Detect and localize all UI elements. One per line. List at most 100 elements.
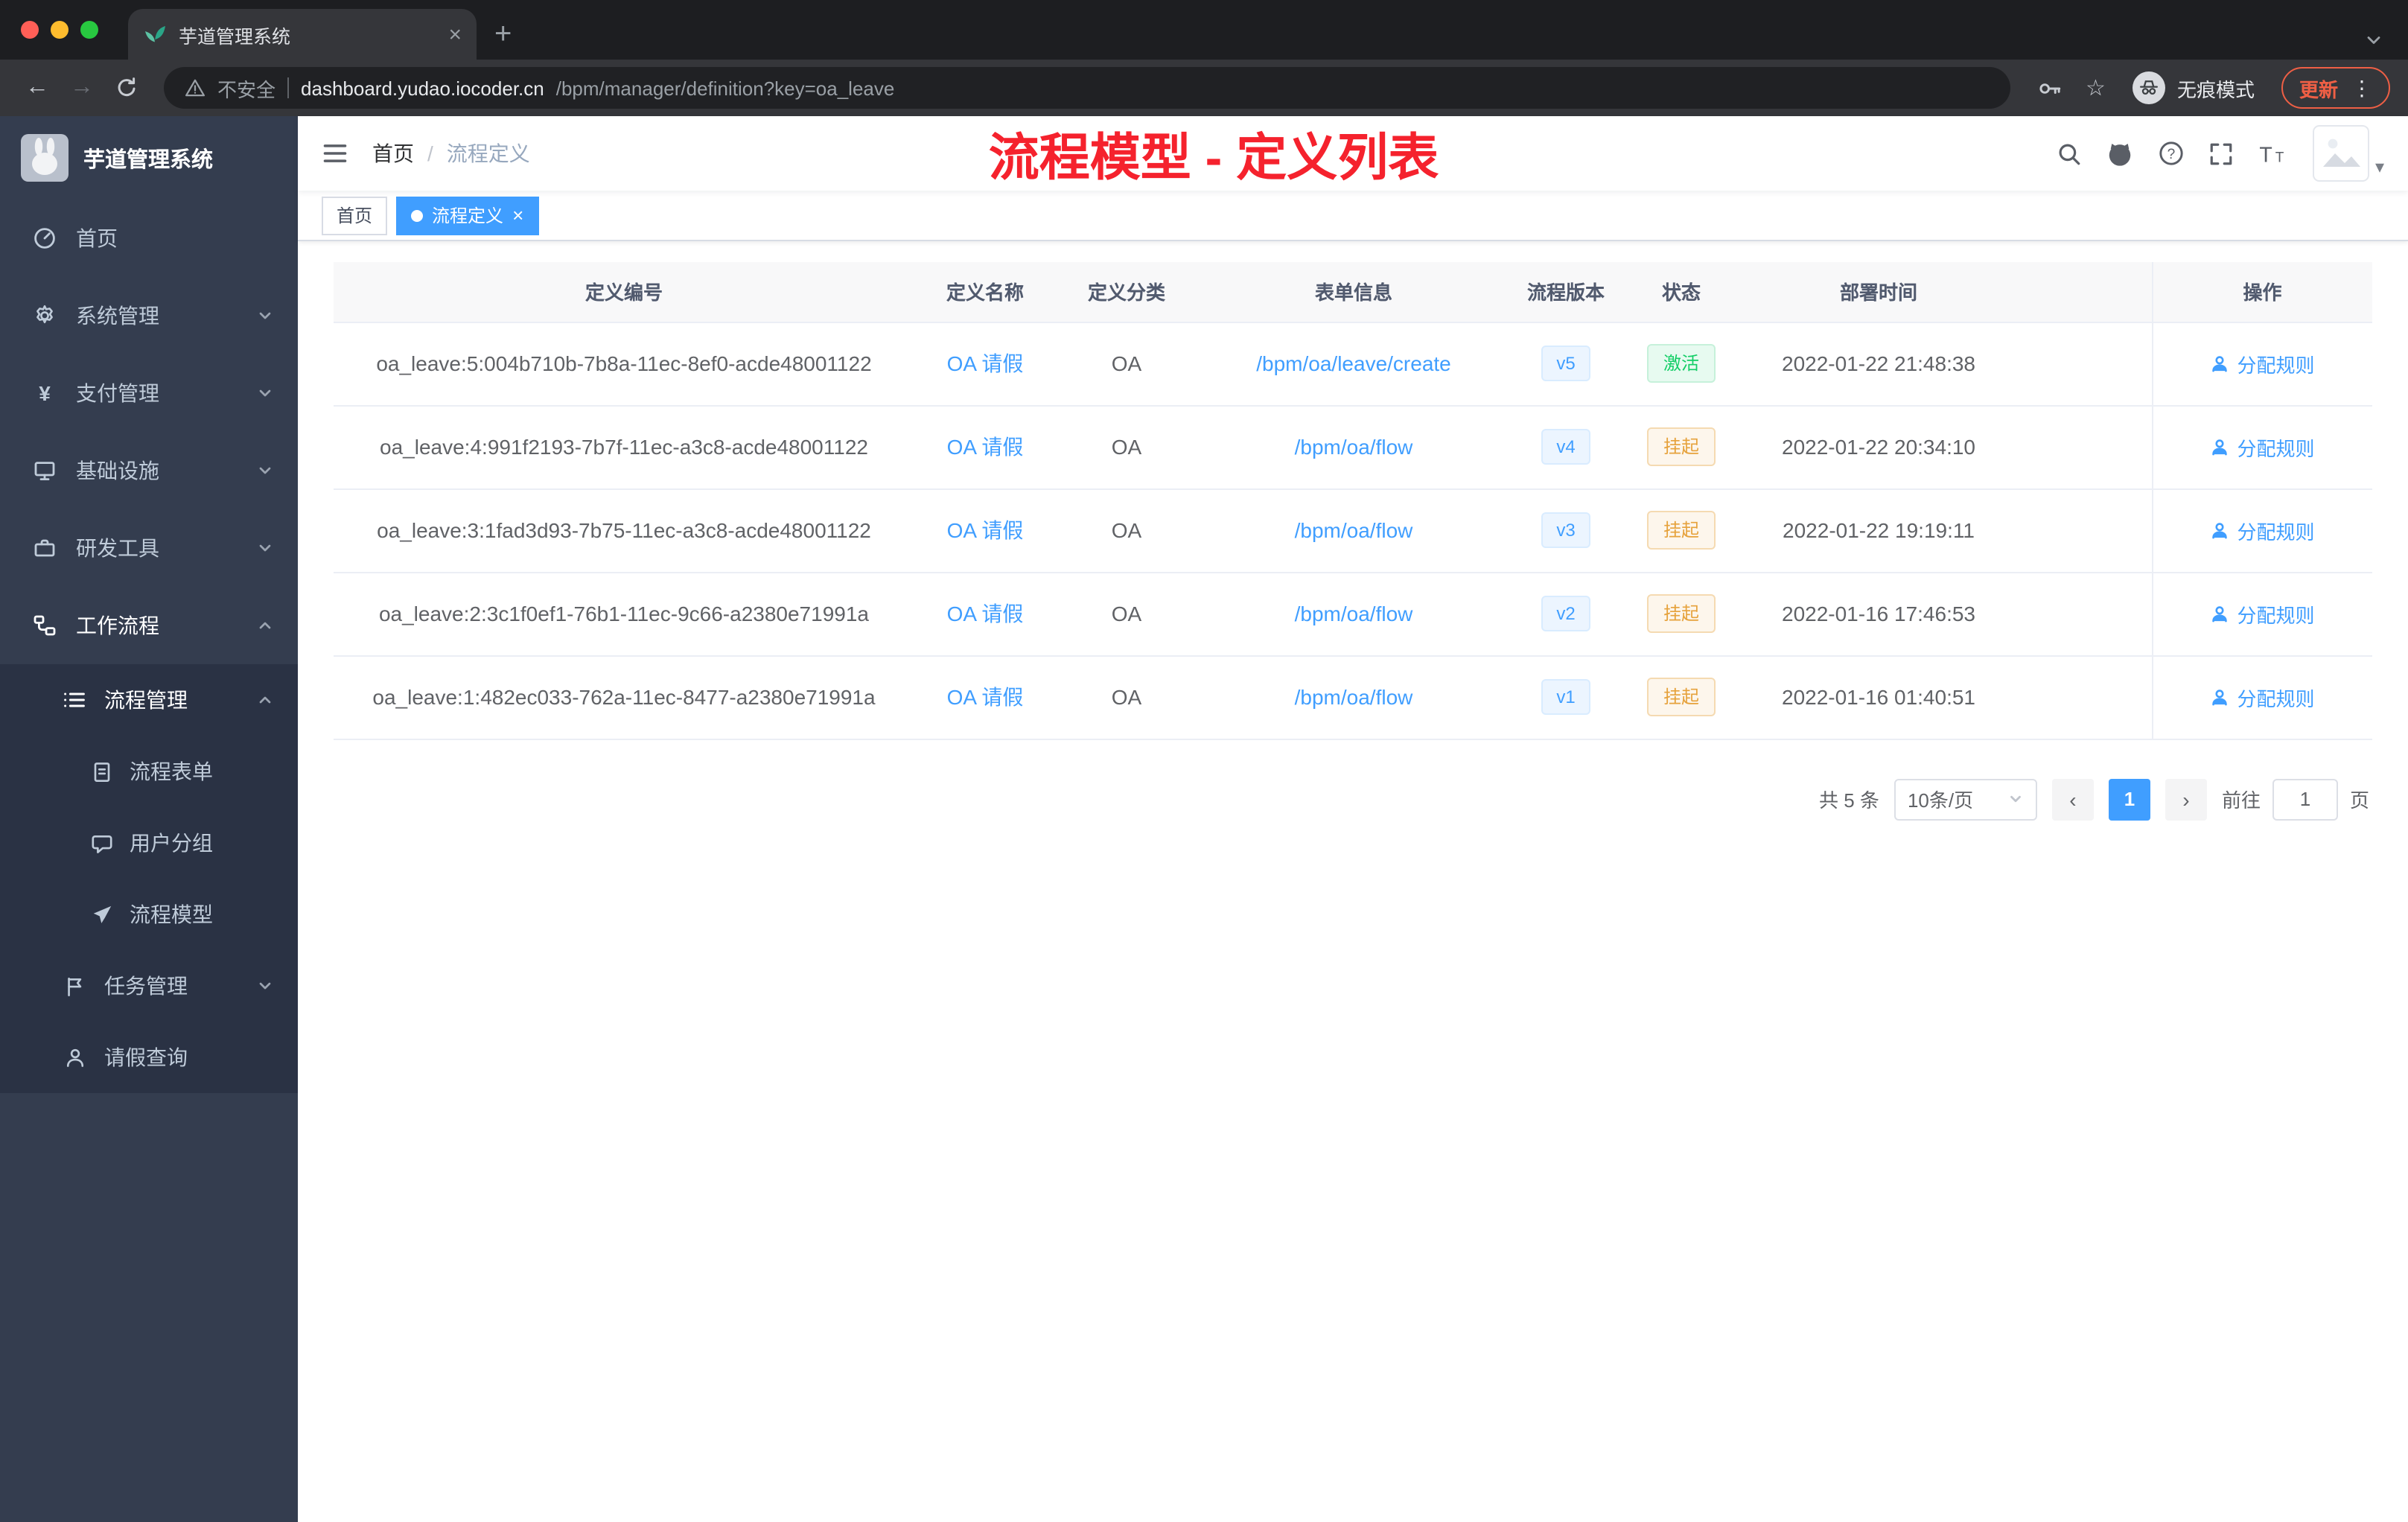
sidebar-item-label: 流程模型 <box>130 902 213 926</box>
next-page-button[interactable]: › <box>2165 778 2207 820</box>
sidebar-item-workflow[interactable]: 工作流程 <box>0 587 298 664</box>
prev-page-button[interactable]: ‹ <box>2051 778 2094 820</box>
definition-name-link[interactable]: OA 请假 <box>947 602 1024 625</box>
update-label[interactable]: 更新 <box>2299 74 2338 102</box>
gear-icon <box>33 304 57 328</box>
github-icon[interactable] <box>2098 131 2143 176</box>
version-badge: v5 <box>1541 346 1590 381</box>
browser-update-chip[interactable]: 更新 ⋮ <box>2281 67 2390 109</box>
sidebar-item-user-group[interactable]: 用户分组 <box>0 807 298 879</box>
goto-page-input[interactable]: 1 <box>2272 778 2338 820</box>
tab-search-caret-icon[interactable] <box>2363 30 2384 51</box>
window-close-button[interactable] <box>21 21 39 39</box>
definition-name-link[interactable]: OA 请假 <box>947 435 1024 459</box>
svg-text:T: T <box>2260 143 2272 167</box>
fullscreen-icon[interactable] <box>2200 131 2244 176</box>
password-key-icon[interactable] <box>2028 75 2071 101</box>
incognito-icon <box>2132 71 2165 104</box>
assign-rule-link[interactable]: 分配规则 <box>2210 599 2315 628</box>
status-badge: 挂起 <box>1646 594 1716 633</box>
sidebar-item-home[interactable]: 首页 <box>0 200 298 277</box>
flag-icon <box>63 974 86 998</box>
definition-name-link[interactable]: OA 请假 <box>947 351 1024 375</box>
toolbox-icon <box>33 536 57 560</box>
sidebar-item-payment[interactable]: ¥ 支付管理 <box>0 354 298 432</box>
status-badge: 激活 <box>1646 344 1716 383</box>
person-icon <box>63 1045 86 1069</box>
dashboard-icon <box>33 226 57 250</box>
sidebar-item-devtools[interactable]: 研发工具 <box>0 509 298 587</box>
breadcrumb-home[interactable]: 首页 <box>372 138 414 168</box>
table-row: oa_leave:5:004b710b-7b8a-11ec-8ef0-acde4… <box>334 322 2372 406</box>
sidebar-item-task-management[interactable]: 任务管理 <box>0 950 298 1022</box>
definition-name-link[interactable]: OA 请假 <box>947 685 1024 709</box>
help-icon[interactable]: ? <box>2149 131 2194 176</box>
tag-process-definition[interactable]: 流程定义 × <box>396 196 539 235</box>
incognito-label: 无痕模式 <box>2176 78 2255 101</box>
hamburger-icon[interactable] <box>298 140 372 167</box>
new-tab-button[interactable]: + <box>494 19 512 49</box>
bookmark-star-icon[interactable]: ☆ <box>2077 74 2115 101</box>
page-1-button[interactable]: 1 <box>2108 778 2150 820</box>
tag-home[interactable]: 首页 <box>322 196 388 235</box>
sidebar-logo[interactable]: 芋道管理系统 <box>0 116 298 200</box>
sidebar-item-process-model[interactable]: 流程模型 <box>0 879 298 950</box>
goto-unit-label: 页 <box>2349 789 2369 812</box>
form-link[interactable]: /bpm/oa/flow <box>1295 435 1413 459</box>
incognito-badge[interactable]: 无痕模式 <box>2132 71 2255 104</box>
tag-close-icon[interactable]: × <box>512 206 523 225</box>
tab-close-icon[interactable]: × <box>448 23 462 45</box>
window-zoom-button[interactable] <box>80 21 98 39</box>
tag-label: 首页 <box>337 206 373 226</box>
chevron-down-icon <box>256 384 274 402</box>
sidebar-item-leave-query[interactable]: 请假查询 <box>0 1022 298 1093</box>
security-label[interactable]: 不安全 <box>217 74 275 102</box>
form-link[interactable]: /bpm/oa/flow <box>1295 685 1413 709</box>
definition-table: 定义编号 定义名称 定义分类 表单信息 流程版本 状态 部署时间 操作 oa_l… <box>334 262 2372 739</box>
window-minimize-button[interactable] <box>51 21 69 39</box>
browser-menu-icon[interactable]: ⋮ <box>2351 75 2372 101</box>
sidebar-item-label: 流程管理 <box>104 688 188 712</box>
cell-category: OA <box>1056 322 1197 406</box>
form-link[interactable]: /bpm/oa/leave/create <box>1256 351 1451 375</box>
breadcrumb-separator: / <box>427 141 433 165</box>
col-header-status: 状态 <box>1622 262 1741 322</box>
forward-button[interactable]: → <box>63 74 101 101</box>
window-controls <box>0 0 116 60</box>
form-link[interactable]: /bpm/oa/flow <box>1295 602 1413 625</box>
status-badge: 挂起 <box>1646 511 1716 550</box>
assign-rule-link[interactable]: 分配规则 <box>2210 516 2315 544</box>
form-link[interactable]: /bpm/oa/flow <box>1295 518 1413 542</box>
svg-text:T: T <box>2276 150 2285 165</box>
sidebar-item-infrastructure[interactable]: 基础设施 <box>0 432 298 509</box>
address-bar[interactable]: 不安全 dashboard.yudao.iocoder.cn/bpm/manag… <box>164 67 2010 109</box>
sidebar-item-label: 支付管理 <box>76 381 159 405</box>
col-header-filler <box>2016 262 2152 322</box>
chevron-down-icon <box>256 977 274 995</box>
sidebar-item-process-management[interactable]: 流程管理 <box>0 664 298 736</box>
back-button[interactable]: ← <box>18 74 57 101</box>
assign-rule-link[interactable]: 分配规则 <box>2210 683 2315 711</box>
tag-label: 流程定义 <box>432 206 504 226</box>
col-header-form: 表单信息 <box>1197 262 1510 322</box>
chat-icon <box>89 831 113 855</box>
user-menu[interactable]: ▾ <box>2312 125 2384 182</box>
cell-category: OA <box>1056 405 1197 489</box>
cell-deploy-time: 2022-01-22 20:34:10 <box>1741 405 2016 489</box>
sidebar-item-process-form[interactable]: 流程表单 <box>0 736 298 807</box>
assign-rule-link[interactable]: 分配规则 <box>2210 433 2315 461</box>
definition-name-link[interactable]: OA 请假 <box>947 518 1024 542</box>
reload-button[interactable] <box>107 76 146 100</box>
font-size-icon[interactable]: TT <box>2250 131 2295 176</box>
page-size-select[interactable]: 10条/页 <box>1893 778 2037 820</box>
version-badge: v2 <box>1541 596 1590 631</box>
paper-plane-icon <box>89 902 113 926</box>
search-icon[interactable] <box>2048 131 2092 176</box>
cell-id: oa_leave:2:3c1f0ef1-76b1-11ec-9c66-a2380… <box>334 572 914 656</box>
col-header-id: 定义编号 <box>334 262 914 322</box>
sidebar-item-label: 首页 <box>76 226 118 250</box>
chevron-up-icon <box>256 617 274 634</box>
assign-rule-link[interactable]: 分配规则 <box>2210 349 2315 378</box>
browser-tab[interactable]: 芋道管理系统 × <box>128 9 477 60</box>
sidebar-item-system[interactable]: 系统管理 <box>0 277 298 354</box>
